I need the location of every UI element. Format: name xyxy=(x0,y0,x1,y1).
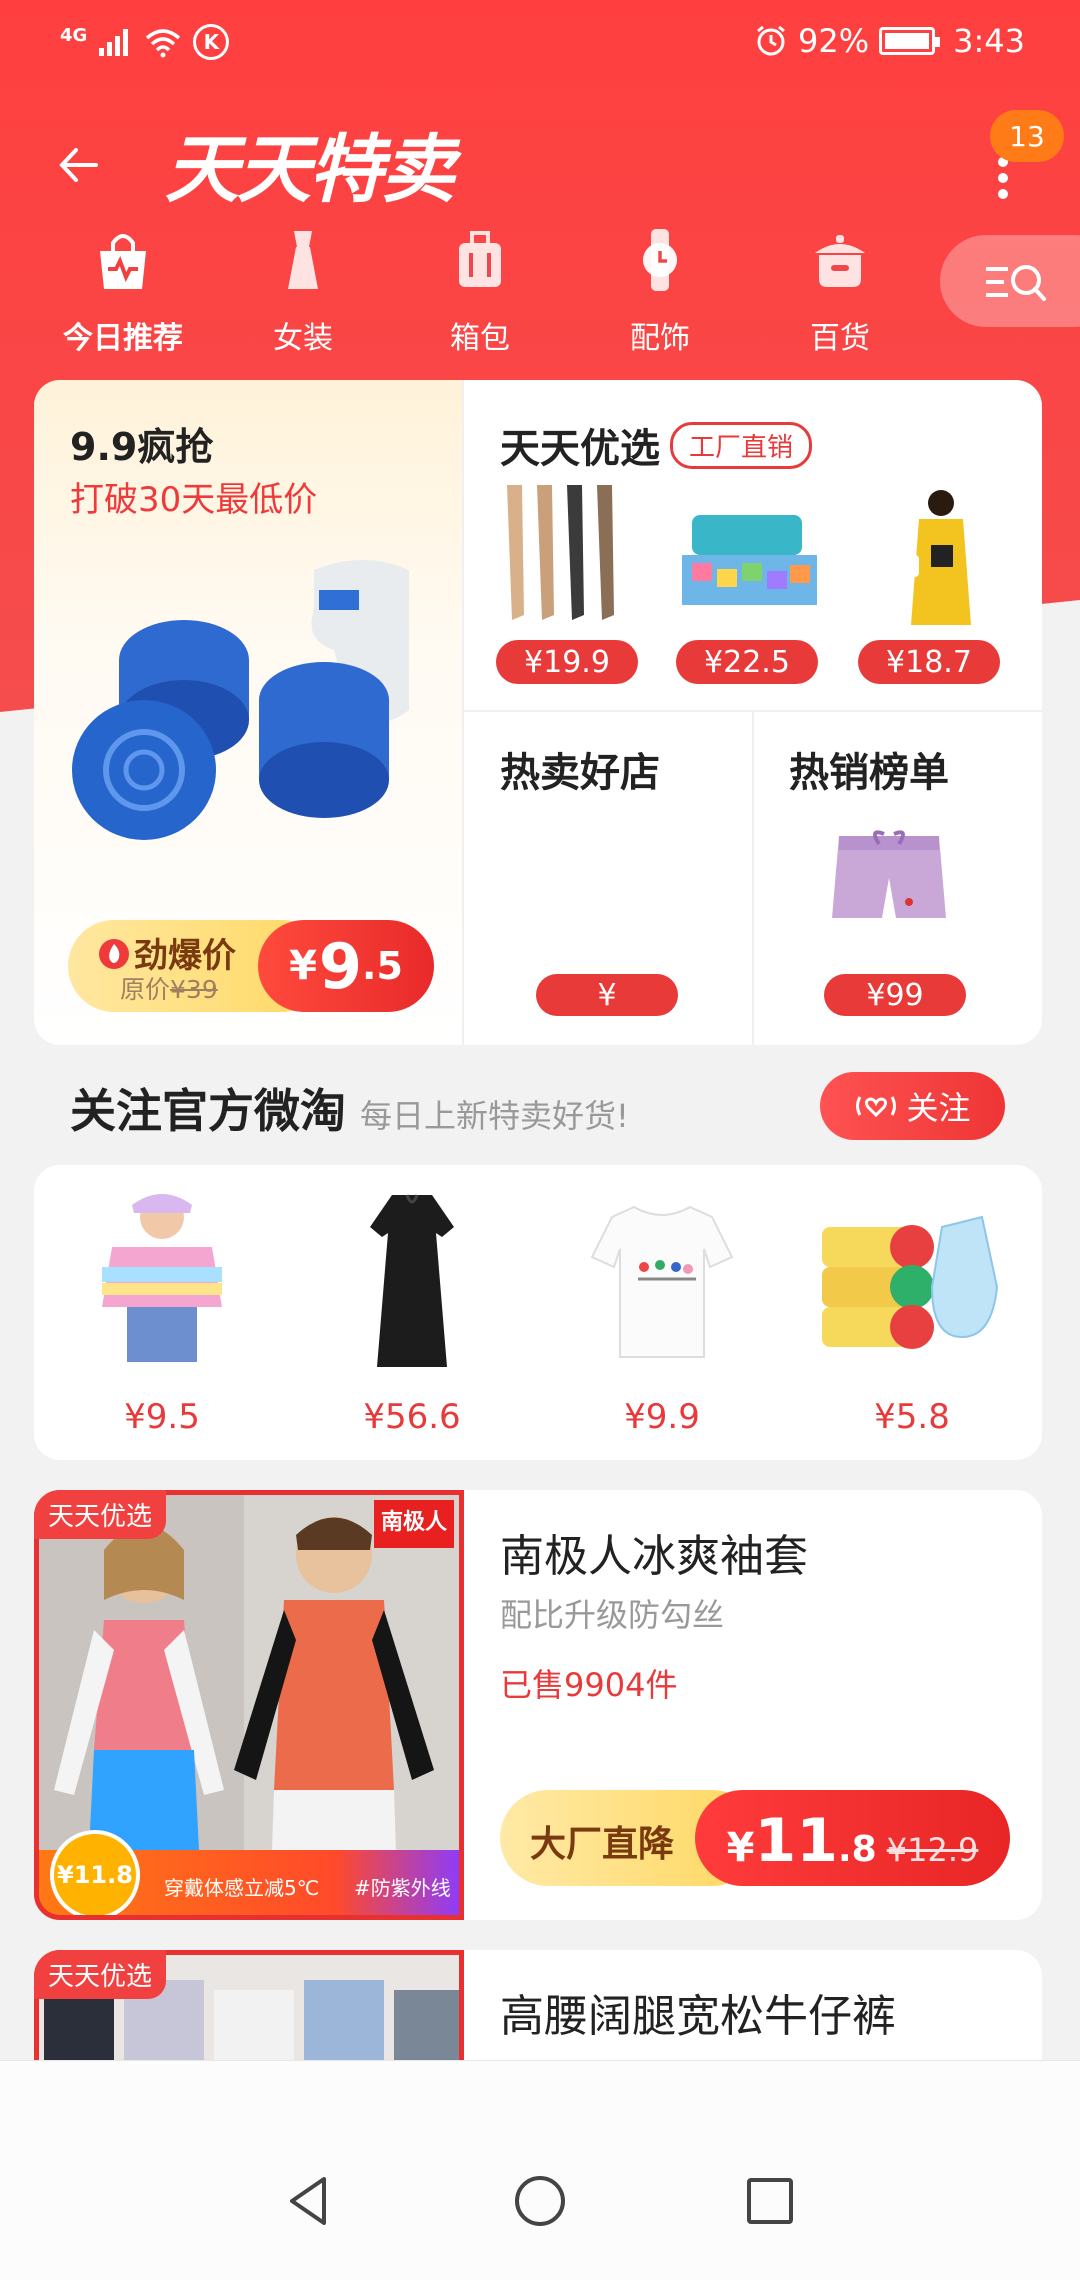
daily-pick-price: ¥19.9 xyxy=(496,640,638,684)
original-price: 原价¥39 xyxy=(120,975,218,1004)
kids-shirt-product-image xyxy=(102,1194,222,1362)
daily-pick-price: ¥18.7 xyxy=(858,640,1000,684)
category-tab-recommend[interactable]: 今日推荐 xyxy=(48,225,198,357)
category-tab-accessories[interactable]: 配饰 xyxy=(585,225,735,357)
wifi-icon xyxy=(146,29,181,58)
product-price-bar[interactable]: 大厂直降 ¥11.8 ¥12.9 xyxy=(500,1790,1010,1886)
follow-product-price: ¥9.5 xyxy=(124,1397,200,1437)
price-label: 大厂直降 xyxy=(530,1824,675,1865)
pot-icon xyxy=(815,235,865,287)
page: 4G K 92% 3:43 天天特卖 13 今日推荐 女装 箱包 配饰 百货 9… xyxy=(0,0,1080,2060)
hot-list-price: ¥99 xyxy=(824,974,966,1016)
stockings-product-image[interactable] xyxy=(492,485,642,635)
follow-button[interactable]: 关注 xyxy=(820,1072,1005,1140)
daily-pick-tag: 天天优选 xyxy=(34,1950,167,1999)
category-search-button[interactable] xyxy=(940,235,1080,327)
daily-picks-header[interactable]: 天天优选 工厂直销 xyxy=(500,416,813,474)
search-menu-icon xyxy=(986,265,1046,301)
category-label: 女装 xyxy=(273,321,333,356)
category-tab-women[interactable]: 女装 xyxy=(228,225,378,357)
status-right: 92% 3:43 xyxy=(754,22,1025,60)
yellow-dress-product-image[interactable] xyxy=(859,485,1009,635)
product-price: ¥11.8 ¥12.9 xyxy=(695,1790,1010,1886)
divider xyxy=(752,712,754,1045)
product-card[interactable]: 穿戴体感立减5℃ #防紫外线 ¥11.8 南极人 天天优选 南极人冰爽袖套 配比… xyxy=(34,1490,1042,1920)
status-left: 4G K xyxy=(60,24,230,60)
daily-picks-title: 天天优选 xyxy=(500,426,660,472)
notification-badge: 13 xyxy=(990,110,1064,162)
product-image: 天天优选 xyxy=(34,1950,464,2060)
nav-recents-icon[interactable] xyxy=(740,2171,800,2231)
alarm-icon xyxy=(757,25,785,56)
featured-card: 9.9疯抢 打破30天最低价 劲爆价 原价¥39 ¥ 9 .5 天天优选 工厂直… xyxy=(34,380,1042,1045)
follow-button-label: 关注 xyxy=(906,1089,971,1127)
signal-icon xyxy=(99,29,129,56)
dress-icon xyxy=(288,231,318,289)
follow-title: 关注官方微淘 xyxy=(70,1084,346,1138)
category-label: 配饰 xyxy=(630,321,690,356)
follow-product-price: ¥5.8 xyxy=(874,1397,950,1437)
factory-direct-tag: 工厂直销 xyxy=(670,421,813,469)
clock: 3:43 xyxy=(953,22,1025,60)
status-bar: 4G K 92% 3:43 xyxy=(0,20,1080,70)
flash-deal-panel[interactable]: 9.9疯抢 打破30天最低价 劲爆价 原价¥39 ¥ 9 .5 xyxy=(34,380,464,1045)
nav-back-icon[interactable] xyxy=(280,2171,340,2231)
product-subtitle: 配比升级防勾丝 xyxy=(500,1596,725,1634)
follow-subtitle: 每日上新特卖好货! xyxy=(360,1097,629,1135)
toilet-cleaner-product-image xyxy=(72,560,409,840)
category-tab-general[interactable]: 百货 xyxy=(765,225,915,357)
hot-shops-price: ¥ xyxy=(536,974,678,1016)
flash-deal-title: 9.9疯抢 xyxy=(70,425,214,469)
storage-box-product-image[interactable] xyxy=(672,485,822,635)
network-label: 4G xyxy=(60,24,88,46)
header: 天天特卖 13 xyxy=(0,110,1080,220)
product-image: 穿戴体感立减5℃ #防紫外线 ¥11.8 南极人 天天优选 xyxy=(34,1490,464,1920)
follow-products-card: ¥9.5 ¥56.6 ¥9.9 ¥5.8 xyxy=(34,1165,1042,1460)
deal-price: ¥9.5 xyxy=(258,920,434,1012)
hot-shops-title: 热卖好店 xyxy=(500,750,660,796)
battery-percent: 92% xyxy=(798,22,870,60)
product-card[interactable]: 天天优选 高腰阔腿宽松牛仔裤 xyxy=(34,1950,1042,2060)
product-title: 南极人冰爽袖套 xyxy=(500,1531,808,1582)
category-tab-bags[interactable]: 箱包 xyxy=(405,225,555,357)
shopping-bag-icon xyxy=(100,234,146,289)
follow-product-price: ¥9.9 xyxy=(624,1397,700,1437)
category-label: 今日推荐 xyxy=(63,321,183,356)
system-navigation-bar xyxy=(0,2060,1080,2280)
white-tshirt-product-image xyxy=(590,1205,734,1358)
fire-icon xyxy=(99,938,129,969)
luggage-icon xyxy=(459,231,501,287)
k-icon: K xyxy=(193,24,230,60)
follow-product-price: ¥56.6 xyxy=(363,1397,461,1437)
product-title: 高腰阔腿宽松牛仔裤 xyxy=(500,1991,896,2042)
hot-list-title: 热销榜单 xyxy=(789,750,949,796)
image-frame xyxy=(34,1490,464,1920)
daily-picks-panel: 天天优选 工厂直销 ¥19.9 ¥22.5 ¥18.7 热卖好店 ¥ 热销榜单 … xyxy=(464,380,1042,1045)
original-price: ¥12.9 xyxy=(886,1831,979,1869)
page-title: 天天特卖 xyxy=(165,127,455,213)
category-bar: 今日推荐 女装 箱包 配饰 百货 xyxy=(0,225,1080,357)
flash-deal-subtitle: 打破30天最低价 xyxy=(70,480,318,520)
category-label: 百货 xyxy=(810,321,870,356)
daily-pick-tag: 天天优选 xyxy=(34,1490,167,1539)
back-button[interactable] xyxy=(52,135,112,195)
nav-home-icon[interactable] xyxy=(510,2171,570,2231)
trash-bags-product-image xyxy=(822,1215,999,1349)
black-dress-product-image xyxy=(370,1194,454,1367)
category-label: 箱包 xyxy=(450,321,510,356)
battery-icon xyxy=(879,27,941,55)
sold-count: 已售9904件 xyxy=(500,1666,678,1704)
follow-section-header: 关注官方微淘 每日上新特卖好货! xyxy=(70,1075,629,1141)
watch-icon xyxy=(643,229,677,291)
purple-shorts-product-image xyxy=(832,830,946,918)
flash-deal-price[interactable]: 劲爆价 原价¥39 ¥9.5 xyxy=(68,920,464,1012)
heart-signal-icon xyxy=(856,1096,897,1118)
daily-pick-price: ¥22.5 xyxy=(676,640,818,684)
